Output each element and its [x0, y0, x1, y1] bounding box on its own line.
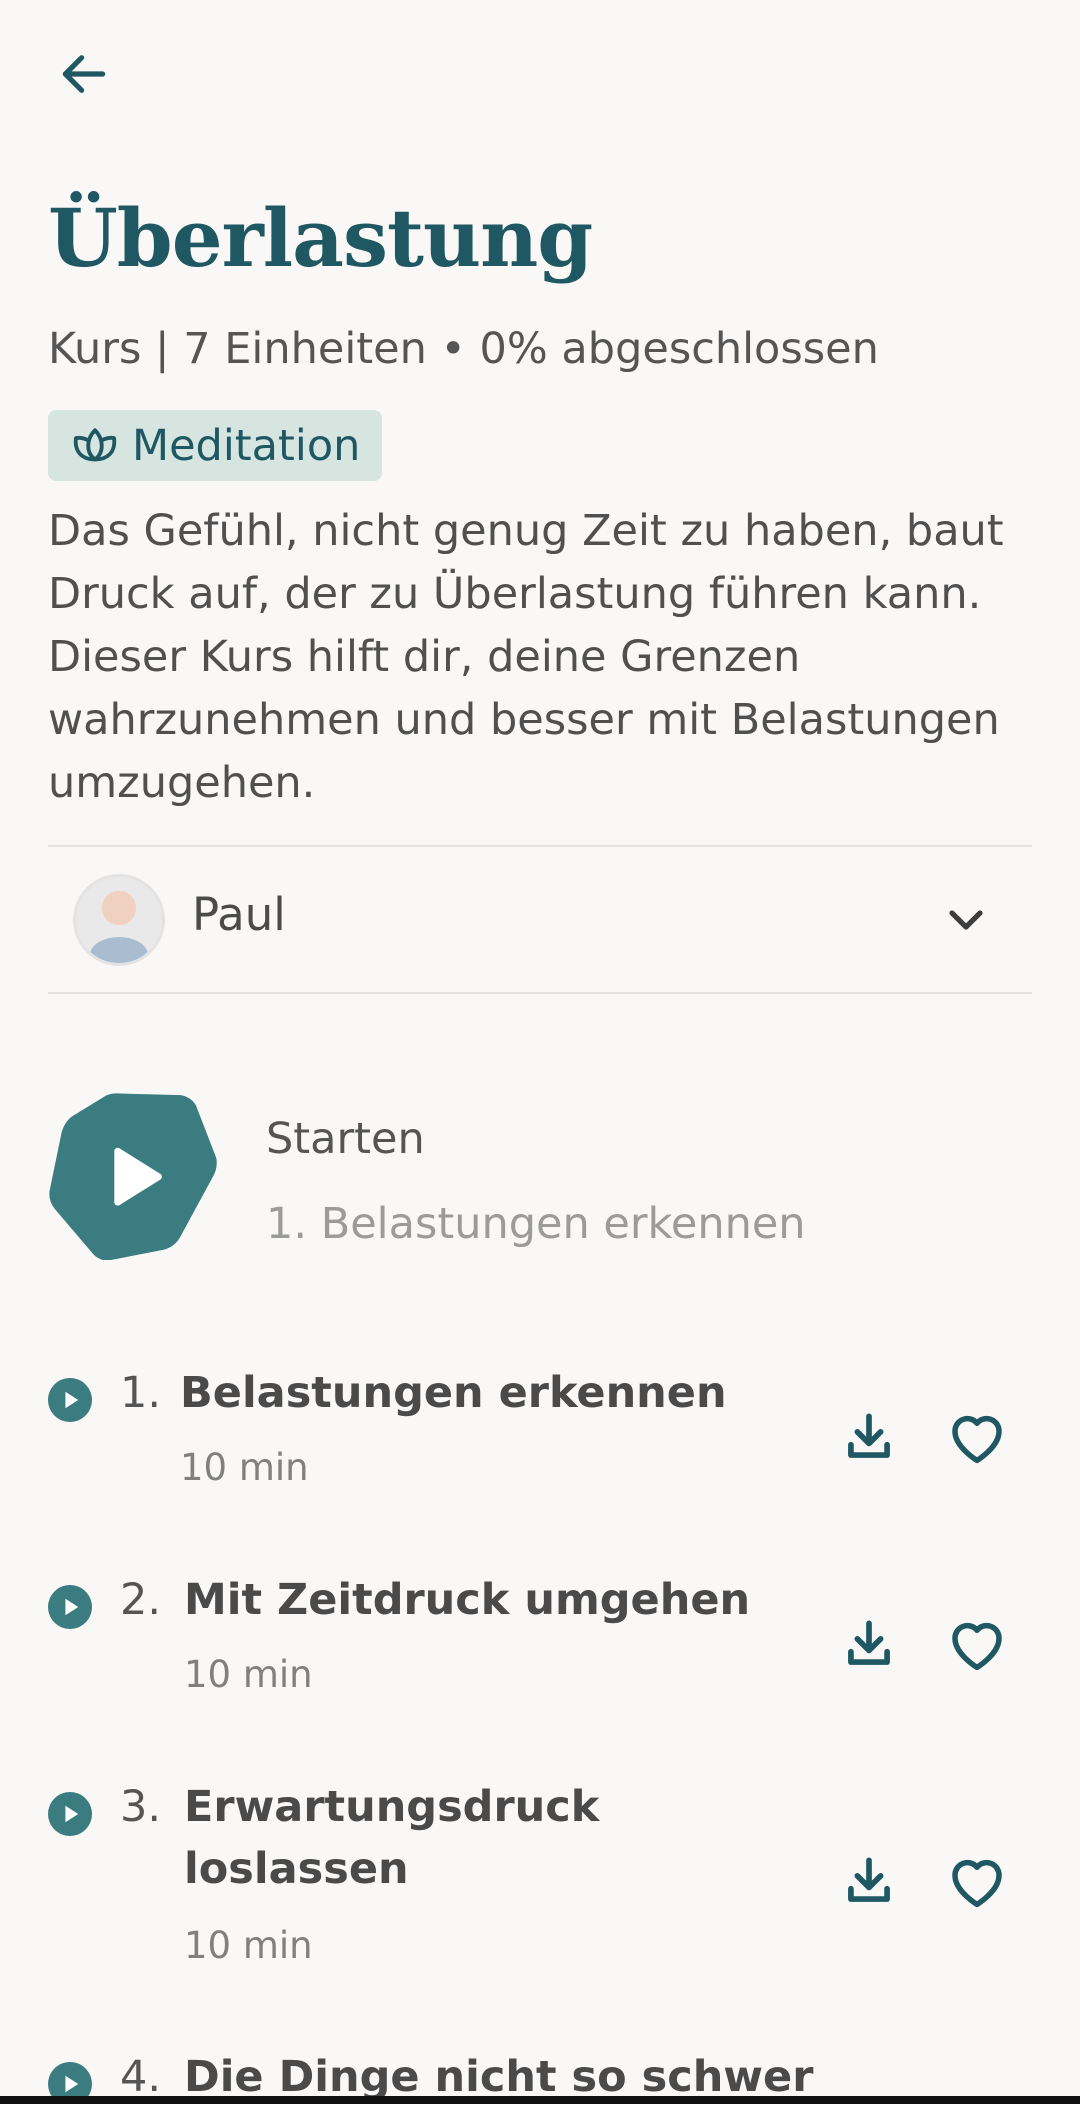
teacher-selector[interactable]: Paul	[48, 848, 1032, 992]
play-circle-icon	[48, 1378, 92, 1422]
download-icon[interactable]	[838, 1613, 900, 1675]
session-title-continued: loslassen	[184, 1844, 409, 1894]
session-duration: 10 min	[184, 1653, 313, 1696]
session-duration: 10 min	[180, 1446, 309, 1489]
start-label: Starten	[266, 1114, 425, 1164]
play-icon	[49, 1093, 217, 1260]
teacher-name: Paul	[192, 888, 286, 941]
back-button[interactable]	[48, 38, 120, 110]
chevron-down-icon	[949, 910, 983, 930]
download-icon[interactable]	[838, 1850, 900, 1912]
divider	[48, 992, 1032, 994]
lotus-icon	[73, 427, 117, 461]
session-title: Belastungen erkennen	[180, 1368, 727, 1418]
session-title: Erwartungsdruck	[184, 1782, 600, 1832]
session-number: 1.	[120, 1368, 162, 1418]
divider	[48, 845, 1032, 847]
arrow-left-icon	[62, 55, 106, 93]
system-nav-bar	[0, 2096, 1080, 2104]
session-number: 2.	[120, 1575, 162, 1625]
course-meta: Kurs | 7 Einheiten • 0% abgeschlossen	[48, 324, 879, 374]
session-item[interactable]: 2. Mit Zeitdruck umgehen 10 min	[48, 1569, 1032, 1709]
play-circle-icon	[48, 1585, 92, 1629]
session-title: Mit Zeitdruck umgehen	[184, 1575, 751, 1625]
course-description: Das Gefühl, nicht genug Zeit zu haben, b…	[48, 506, 1004, 808]
heart-icon[interactable]	[944, 1404, 1010, 1470]
download-icon[interactable]	[838, 1406, 900, 1468]
start-course-button[interactable]: Starten 1. Belastungen erkennen	[48, 1090, 1032, 1260]
course-page: Überlastung Kurs | 7 Einheiten • 0% abge…	[0, 0, 1080, 2104]
page-title: Überlastung	[48, 191, 593, 285]
session-number: 3.	[120, 1782, 162, 1832]
avatar	[73, 874, 165, 966]
session-duration: 10 min	[184, 1924, 313, 1967]
heart-icon[interactable]	[944, 1848, 1010, 1914]
play-circle-icon	[48, 1792, 92, 1836]
category-badge: Meditation	[48, 410, 382, 481]
session-item[interactable]: 3. Erwartungsdruck loslassen 10 min	[48, 1776, 1032, 1976]
next-session-label: 1. Belastungen erkennen	[266, 1199, 806, 1249]
session-item[interactable]: 1. Belastungen erkennen 10 min	[48, 1362, 1032, 1502]
heart-icon[interactable]	[944, 1611, 1010, 1677]
badge-label: Meditation	[132, 420, 361, 471]
